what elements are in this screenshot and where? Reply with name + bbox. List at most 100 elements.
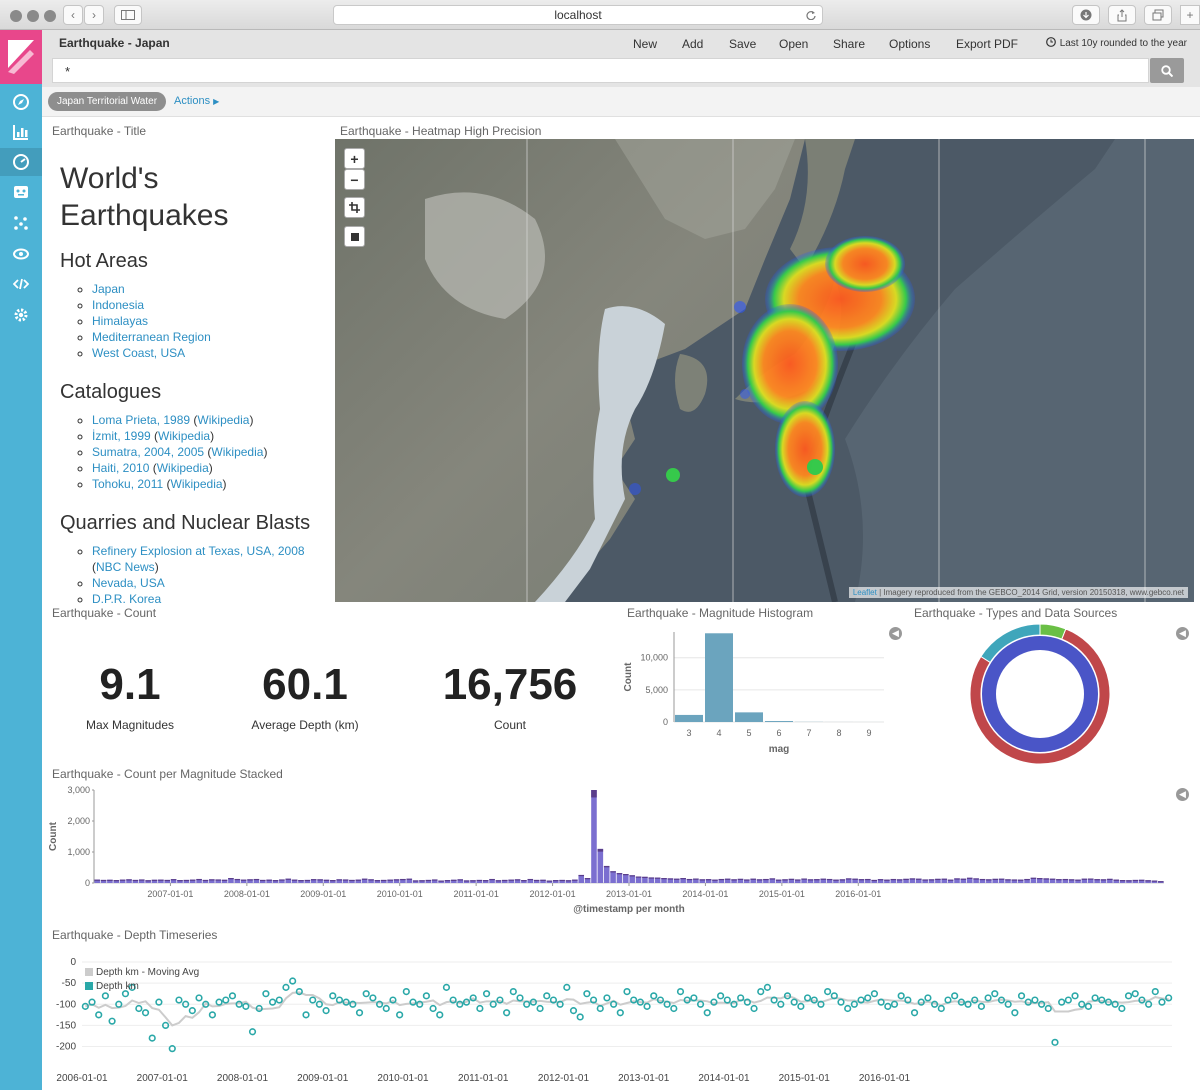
leaflet-link[interactable]: Leaflet	[853, 588, 877, 597]
legend-toggle-button[interactable]: ◀	[889, 627, 902, 640]
depth-point	[275, 996, 283, 1004]
nav-timelion[interactable]	[11, 182, 31, 202]
x-tick-label: 2011-01-01	[453, 889, 498, 899]
draw-rectangle-button[interactable]	[344, 226, 365, 247]
address-bar[interactable]: localhost	[333, 5, 823, 25]
nav-dev-tools[interactable]	[11, 274, 31, 294]
menu-new[interactable]: New	[633, 37, 657, 51]
forward-button[interactable]: ›	[84, 5, 104, 25]
y-tick-label: -150	[56, 1020, 76, 1031]
catalogue-link[interactable]: Loma Prieta, 1989	[92, 413, 190, 427]
stacked-bar-top	[431, 879, 438, 881]
stacked-bar-top	[591, 790, 597, 798]
metric-value: 9.1	[99, 660, 161, 709]
catalogue-link[interactable]: Sumatra, 2004, 2005	[92, 445, 204, 459]
back-button[interactable]: ‹	[63, 5, 83, 25]
stacked-bar-top	[463, 880, 470, 882]
menu-add[interactable]: Add	[682, 37, 703, 51]
hot-area-link[interactable]: Indonesia	[92, 298, 144, 312]
menu-share[interactable]: Share	[833, 37, 865, 51]
quarry-link[interactable]: Nevada, USA	[92, 576, 165, 590]
downloads-button[interactable]	[1072, 5, 1100, 25]
stacked-bar-top	[718, 878, 725, 881]
menu-export-pdf[interactable]: Export PDF	[956, 37, 1018, 51]
stacked-bar-top	[737, 878, 744, 881]
menu-open[interactable]: Open	[779, 37, 808, 51]
close-window-button[interactable]	[10, 10, 22, 22]
sidebar-toggle-button[interactable]	[114, 5, 142, 25]
depth-point	[1131, 990, 1139, 998]
zoom-out-button[interactable]: −	[344, 169, 365, 190]
stacked-bar-top	[750, 878, 756, 880]
histogram-bar	[735, 712, 763, 722]
stacked-bar-top	[349, 879, 355, 882]
wikipedia-link[interactable]: Wikipedia	[211, 445, 263, 459]
quarry-link[interactable]: Refinery Explosion at Texas, USA, 2008	[92, 544, 305, 558]
y-tick-label: 0	[85, 878, 90, 888]
x-tick-label: 2013-01-01	[606, 889, 652, 899]
depth-point	[1165, 994, 1173, 1002]
kibana-logo[interactable]	[0, 30, 42, 84]
share-button[interactable]	[1108, 5, 1136, 25]
depth-point	[402, 987, 410, 996]
stacked-bar-top	[247, 879, 253, 881]
stacked-bar-top	[164, 879, 171, 882]
wikipedia-link[interactable]: Wikipedia	[197, 413, 249, 427]
search-button[interactable]	[1150, 58, 1184, 83]
new-tab-button[interactable]: +	[1180, 5, 1200, 25]
panel-title-markdown: Earthquake - Title	[52, 124, 147, 138]
stacked-bar-top	[291, 879, 298, 881]
nbc-news-link[interactable]: NBC News	[96, 560, 155, 574]
nav-management[interactable]	[11, 305, 31, 325]
x-tick-label: 3	[686, 728, 691, 738]
stacked-bar-top	[852, 878, 858, 880]
catalogue-link[interactable]: İzmit, 1999	[92, 429, 151, 443]
depth-point	[396, 1011, 404, 1019]
dashboard-icon	[13, 154, 29, 170]
tabs-icon	[1152, 9, 1164, 21]
time-picker[interactable]: Last 10y rounded to the year	[1045, 37, 1187, 49]
minimize-window-button[interactable]	[27, 10, 39, 22]
heatmap-map[interactable]: + − Leaflet | Imagery reproduced from th…	[335, 139, 1194, 602]
reload-icon[interactable]	[806, 10, 816, 20]
stacked-bar-top	[533, 879, 540, 882]
list-item: West Coast, USA	[92, 345, 332, 361]
catalogue-link[interactable]: Tohoku, 2011	[92, 477, 163, 491]
legend-toggle-button[interactable]: ◀	[1176, 788, 1189, 801]
stacked-bar-top	[151, 879, 158, 881]
nav-monitoring[interactable]	[11, 244, 31, 264]
wikipedia-link[interactable]: Wikipedia	[158, 429, 210, 443]
quarry-link[interactable]: D.P.R. Korea	[92, 592, 161, 606]
nav-visualize[interactable]	[11, 122, 31, 142]
heat-blob	[742, 304, 838, 424]
stacked-bar-top	[119, 879, 126, 881]
query-input[interactable]: *	[52, 58, 1149, 83]
hot-area-link[interactable]: Mediterranean Region	[92, 330, 211, 344]
wikipedia-link[interactable]: Wikipedia	[171, 477, 223, 491]
fit-bounds-button[interactable]	[344, 197, 365, 218]
zoom-window-button[interactable]	[44, 10, 56, 22]
tabs-button[interactable]	[1144, 5, 1172, 25]
legend-toggle-button[interactable]: ◀	[1176, 627, 1189, 640]
hot-area-link[interactable]: Himalayas	[92, 314, 148, 328]
nav-discover[interactable]	[11, 92, 31, 112]
quarries-list: Refinery Explosion at Texas, USA, 2008(N…	[42, 543, 332, 607]
hot-area-link[interactable]: West Coast, USA	[92, 346, 185, 360]
wikipedia-link[interactable]: Wikipedia	[157, 461, 209, 475]
menu-save[interactable]: Save	[729, 37, 756, 51]
stacked-bar-top	[877, 879, 884, 881]
x-tick-label: 2012-01-01	[530, 889, 576, 899]
depth-point	[703, 1009, 711, 1017]
depth-point	[676, 987, 685, 996]
actions-label: Actions	[174, 95, 211, 107]
nav-dashboard[interactable]	[0, 148, 42, 176]
stacked-bar-top	[896, 879, 903, 881]
catalogue-link[interactable]: Haiti, 2010	[92, 461, 149, 475]
menu-options[interactable]: Options	[889, 37, 930, 51]
nav-graph[interactable]	[11, 213, 31, 233]
filter-pill[interactable]: Japan Territorial Water	[48, 92, 167, 111]
filter-actions-link[interactable]: Actions ▶	[174, 95, 219, 107]
zoom-in-button[interactable]: +	[344, 148, 365, 169]
hot-area-link[interactable]: Japan	[92, 282, 125, 296]
stacked-bar-top	[693, 878, 699, 880]
